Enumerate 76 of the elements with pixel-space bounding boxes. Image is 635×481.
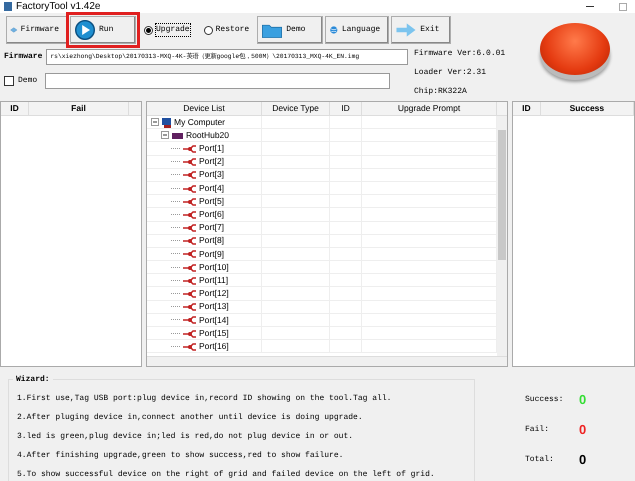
tree-item[interactable]: Port[13] [199, 300, 229, 314]
wizard-step: 1.First use,Tag USB port:plug device in,record ID showing on the tool.Tag all. [17, 393, 466, 405]
vertical-scrollbar[interactable] [497, 116, 507, 356]
tree-item[interactable]: RootHub20 [186, 128, 230, 142]
demo-checkbox[interactable] [4, 76, 14, 86]
usb-icon [182, 301, 197, 312]
tree-item[interactable]: Port[5] [199, 194, 224, 208]
tree-item[interactable]: Port[14] [199, 314, 229, 326]
exit-button[interactable]: Exit [391, 16, 452, 44]
usb-icon [182, 169, 197, 180]
info-text: Chip:RK322A [414, 86, 468, 98]
horizontal-scrollbar[interactable] [147, 356, 507, 366]
column-header[interactable]: Fail [29, 102, 129, 115]
tree-item[interactable]: Port[12] [199, 287, 229, 300]
mode-radio[interactable]: Restore [204, 24, 250, 36]
stat-label: Total: [525, 454, 555, 466]
maximize-icon[interactable] [619, 2, 627, 10]
expander-icon[interactable] [151, 118, 159, 126]
usb-icon [182, 248, 197, 260]
mode-radio[interactable]: Upgrade [144, 24, 190, 36]
demo-field[interactable] [45, 73, 390, 89]
column-header[interactable]: ID [330, 102, 362, 115]
window-title: FactoryTool v1.42e [16, 0, 100, 14]
tree-item[interactable]: Port[4] [199, 182, 224, 194]
usb-icon [182, 314, 197, 326]
wizard-step: 4.After finishing upgrade,green to show success,red to show failure. [17, 450, 466, 462]
demo-button[interactable]: Demo [257, 16, 324, 44]
tree-item[interactable]: Port[1] [199, 142, 224, 155]
demo-label: Demo [18, 75, 38, 87]
column-header[interactable]: ID [1, 102, 29, 115]
column-header[interactable]: ID [513, 102, 541, 115]
wizard-step: 5.To show successful device on the right of grid and failed device on the left of grid. [17, 469, 466, 481]
tree-item[interactable]: Port[16] [199, 340, 229, 353]
info-text: Loader Ver:2.31 [414, 67, 488, 79]
usb-icon [182, 182, 197, 194]
stat-value: 0 [579, 391, 586, 410]
stat-value: 0 [579, 421, 586, 440]
usb-icon [182, 274, 197, 286]
usb-icon [182, 196, 197, 207]
usb-icon [182, 328, 197, 339]
wizard-step: 2.After pluging device in,connect another until device is doing upgrade. [17, 412, 466, 424]
usb-icon [182, 142, 197, 154]
column-header[interactable]: Device List [147, 102, 262, 115]
firmware-button[interactable]: Firmware [6, 16, 68, 44]
status-led-icon [540, 23, 610, 75]
wizard-step: 3.led is green,plug device in;led is red,do not plug device in or out. [17, 431, 466, 443]
tree-item[interactable]: Port[3] [199, 168, 224, 182]
usb-icon [182, 208, 197, 220]
play-icon [74, 20, 96, 40]
tree-item[interactable]: Port[8] [199, 234, 224, 248]
usb-icon [182, 222, 197, 234]
usb-icon [182, 235, 197, 246]
firmware-label: Firmware [4, 51, 42, 63]
stat-label: Success: [525, 394, 564, 406]
tree-item[interactable]: Port[7] [199, 221, 224, 234]
stat-label: Fail: [525, 424, 550, 436]
usb-icon [182, 340, 197, 352]
expander-icon[interactable] [161, 131, 169, 140]
column-header[interactable]: Upgrade Prompt [362, 102, 497, 115]
tree-item[interactable]: Port[6] [199, 208, 224, 221]
usb-icon [182, 288, 197, 300]
tree-item[interactable]: Port[11] [199, 274, 228, 287]
tree-item[interactable]: Port[2] [199, 155, 224, 168]
tree-item[interactable]: Port[15] [199, 326, 229, 340]
column-header[interactable]: Device Type [262, 102, 330, 115]
computer-icon [161, 116, 172, 128]
stat-value: 0 [579, 451, 586, 470]
tree-item[interactable]: Port[9] [199, 248, 224, 260]
tree-item[interactable]: Port[10] [199, 260, 229, 274]
usb-icon [182, 156, 197, 168]
column-header[interactable]: Success [540, 102, 634, 115]
app-icon [3, 1, 13, 12]
tree-item[interactable]: My Computer [174, 116, 226, 128]
language-button[interactable]: Language [325, 16, 390, 44]
info-text: Firmware Ver:6.0.01 [414, 48, 506, 60]
usb-icon [182, 262, 197, 273]
